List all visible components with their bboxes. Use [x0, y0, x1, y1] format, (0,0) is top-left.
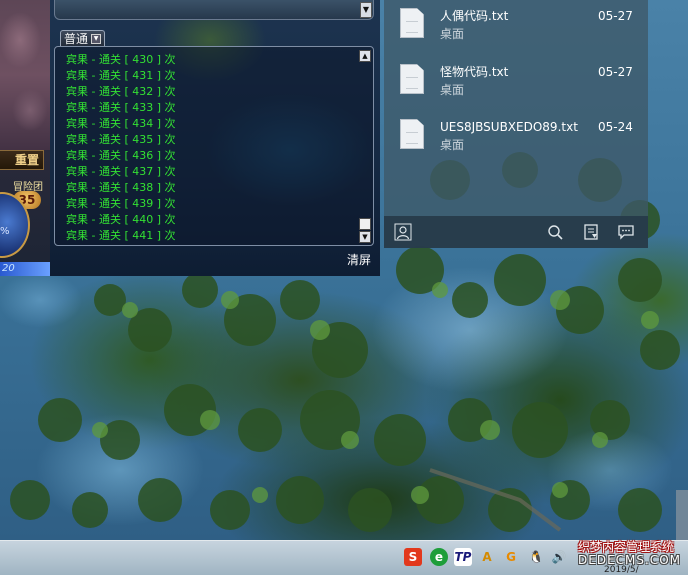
recent-files-panel: 人偶代码.txt 桌面 05-27 怪物代码.txt 桌面 05-27 UES8… — [384, 0, 648, 248]
font-icon[interactable]: A — [478, 548, 496, 566]
search-icon[interactable] — [546, 223, 564, 241]
game-character-art — [0, 0, 50, 150]
chat-message: 宾果 - 通关 [ 432 ] 次 — [66, 85, 176, 98]
security-icon[interactable]: e — [430, 548, 448, 566]
file-name: 怪物代码.txt — [440, 65, 509, 79]
file-location: 桌面 — [440, 83, 465, 97]
chat-message: 宾果 - 通关 [ 438 ] 次 — [66, 181, 176, 194]
file-panel-toolbar — [384, 216, 648, 248]
desktop-edge-scrollbar — [676, 490, 688, 540]
chat-scroll-up-button[interactable]: ▲ — [359, 50, 371, 62]
chevron-down-icon[interactable]: ▼ — [91, 33, 102, 44]
chat-message: 宾果 - 通关 [ 433 ] 次 — [66, 101, 176, 114]
chat-message: 宾果 - 通关 [ 430 ] 次 — [66, 53, 176, 66]
adventure-team-label: 冒险团 — [13, 182, 43, 193]
chat-scroll-down-button[interactable]: ▼ — [359, 231, 371, 243]
chat-scroll-thumb[interactable] — [359, 218, 371, 230]
qq-icon[interactable]: 🐧 — [527, 548, 545, 566]
game-reset-label[interactable]: 重置 — [0, 150, 44, 170]
file-date: 05-24 — [598, 120, 633, 134]
game-top-panel — [54, 0, 374, 20]
file-location: 桌面 — [440, 27, 465, 41]
chat-tab-label: 普通 — [64, 31, 89, 46]
sogou-ime-icon[interactable]: S — [404, 548, 422, 566]
chat-message: 宾果 - 通关 [ 437 ] 次 — [66, 165, 176, 178]
taskbar-clock[interactable]: 2019/5/ — [604, 565, 639, 575]
chat-message: 宾果 - 通关 [ 436 ] 次 — [66, 149, 176, 162]
note-icon[interactable] — [582, 223, 600, 241]
file-date: 05-27 — [598, 65, 633, 79]
chat-message: 宾果 - 通关 [ 441 ] 次 — [66, 229, 176, 242]
game-exp-strip: 20 — [0, 262, 50, 276]
g-icon[interactable]: G — [502, 548, 520, 566]
text-file-icon — [400, 119, 424, 149]
clear-chat-button[interactable]: 清屏 — [347, 253, 371, 267]
text-file-icon — [400, 8, 424, 38]
file-date: 05-27 — [598, 9, 633, 23]
chat-scrollbar[interactable]: ▲ ▼ — [359, 50, 371, 244]
chat-message: 宾果 - 通关 [ 435 ] 次 — [66, 133, 176, 146]
user-icon[interactable] — [394, 223, 412, 241]
file-item[interactable]: 怪物代码.txt 桌面 05-27 — [398, 62, 642, 102]
chat-message: 宾果 - 通关 [ 431 ] 次 — [66, 69, 176, 82]
volume-icon[interactable]: 🔊 — [550, 548, 568, 566]
text-file-icon — [400, 64, 424, 94]
file-location: 桌面 — [440, 138, 465, 152]
game-orb-percent: % — [0, 226, 10, 237]
file-name: 人偶代码.txt — [440, 9, 509, 23]
file-item[interactable]: UES8JBSUBXEDO89.txt 桌面 05-24 — [398, 117, 642, 157]
chat-message: 宾果 - 通关 [ 439 ] 次 — [66, 197, 176, 210]
chat-message-list: 宾果 - 通关 [ 430 ] 次宾果 - 通关 [ 431 ] 次宾果 - 通… — [66, 52, 176, 244]
tp-icon[interactable]: TP — [454, 548, 472, 566]
chat-icon[interactable] — [617, 223, 635, 241]
file-name: UES8JBSUBXEDO89.txt — [440, 120, 578, 134]
file-item[interactable]: 人偶代码.txt 桌面 05-27 — [398, 6, 642, 46]
chat-message: 宾果 - 通关 [ 434 ] 次 — [66, 117, 176, 130]
chat-message: 宾果 - 通关 [ 440 ] 次 — [66, 213, 176, 226]
top-panel-scroll-down[interactable]: ▼ — [360, 2, 372, 18]
chat-tab-normal[interactable]: 普通 ▼ — [60, 30, 106, 46]
